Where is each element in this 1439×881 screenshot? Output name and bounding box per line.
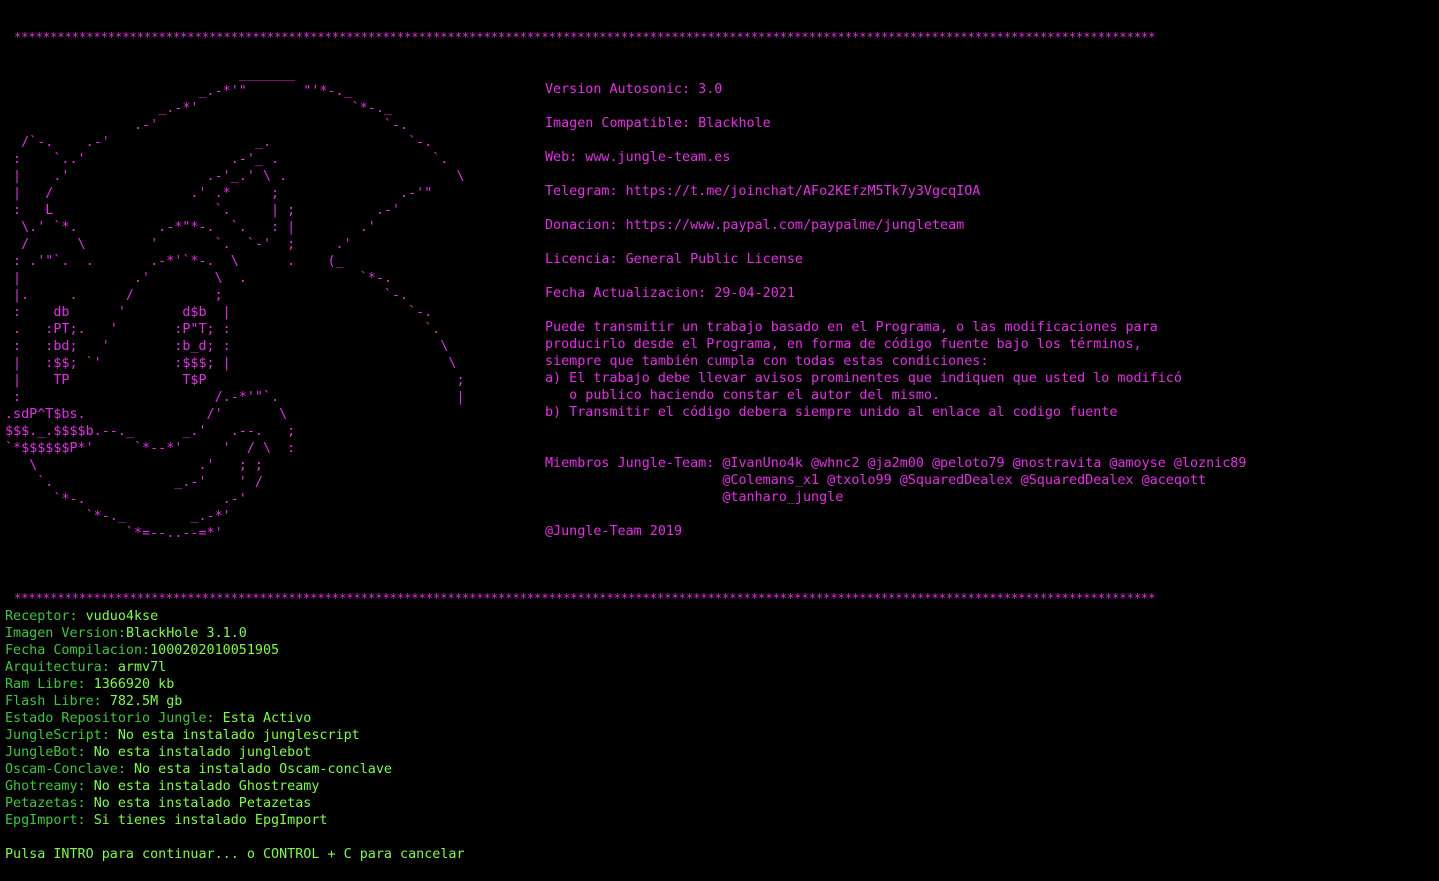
ghostreamy-label: Ghotreamy: (5, 779, 94, 794)
license-text-line: producirlo desde el Programa, en forma d… (545, 337, 1142, 352)
build-date-row: Fecha Compilacion:1000202010051905 (5, 642, 1005, 659)
receptor-label: Receptor: (5, 609, 86, 624)
build-date-value: 1000202010051905 (150, 643, 280, 658)
members-line: Miembros Jungle-Team: @IvanUno4k @whnc2 … (545, 456, 1247, 471)
flash-value: 782.5M gb (109, 694, 183, 709)
junglescript-row: JungleScript: No esta instalado junglesc… (5, 727, 1005, 744)
prompt-text: Pulsa INTRO para continuar... o CONTROL … (5, 847, 465, 862)
flash-label: Flash Libre: (5, 694, 110, 709)
ghostreamy-row: Ghotreamy: No esta instalado Ghostreamy (5, 778, 1005, 795)
architecture-row: Arquitectura: armv7l (5, 659, 1005, 676)
continue-prompt[interactable]: Pulsa INTRO para continuar... o CONTROL … (5, 846, 1005, 863)
epgimport-label: EpgImport: (5, 813, 94, 828)
license-line: Licencia: General Public License (545, 252, 803, 267)
version-line: Version Autosonic: 3.0 (545, 82, 723, 97)
image-line: Imagen Compatible: Blackhole (545, 116, 771, 131)
updated-line: Fecha Actualizacion: 29-04-2021 (545, 286, 795, 301)
image-version-label: Imagen Version: (5, 626, 126, 641)
ghostreamy-value: No esta instalado Ghostreamy (93, 779, 320, 794)
junglebot-label: JungleBot: (5, 745, 94, 760)
image-version-value: BlackHole 3.1.0 (125, 626, 247, 641)
repo-status-label: Estado Repositorio Jungle: (5, 711, 223, 726)
petazetas-label: Petazetas: (5, 796, 94, 811)
architecture-value: armv7l (117, 660, 167, 675)
image-version-row: Imagen Version:BlackHole 3.1.0 (5, 625, 1005, 642)
license-text-line: b) Transmitir el código debera siempre u… (545, 405, 1118, 420)
oscam-label: Oscam-Conclave: (5, 762, 134, 777)
members-line: @tanharo_jungle (545, 490, 844, 505)
receptor-row: Receptor: vuduo4kse (5, 608, 1005, 625)
junglebot-value: No esta instalado junglebot (93, 745, 312, 760)
donation-line: Donacion: https://www.paypal.com/paypalm… (545, 218, 965, 233)
license-text-line: siempre que también cumpla con todas est… (545, 354, 989, 369)
junglescript-value: No esta instalado junglescript (117, 728, 360, 743)
epgimport-value: Si tienes instalado EpgImport (93, 813, 328, 828)
repo-status-value: Esta Activo (222, 711, 312, 726)
junglebot-row: JungleBot: No esta instalado junglebot (5, 744, 1005, 761)
license-text-line: o publico haciendo constar el autor del … (545, 388, 941, 403)
license-text: Puede transmitir un trabajo basado en el… (545, 319, 1425, 421)
web-line: Web: www.jungle-team.es (545, 150, 731, 165)
members-line: @Colemans_x1 @txolo99 @SquaredDealex @Sq… (545, 473, 1207, 488)
members-block: Miembros Jungle-Team: @IvanUno4k @whnc2 … (545, 455, 1425, 506)
oscam-value: No esta instalado Oscam-conclave (134, 762, 392, 777)
license-text-line: a) El trabajo debe llevar avisos promine… (545, 371, 1182, 386)
license-text-line: Puede transmitir un trabajo basado en el… (545, 320, 1158, 335)
ascii-art-logo: _______ _.-*'" "'*-._ _.-*' `*-._ .-' `-… (5, 67, 465, 541)
telegram-line: Telegram: https://t.me/joinchat/AFo2KEfz… (545, 184, 981, 199)
system-info-panel: Receptor: vuduo4kse Imagen Version:Black… (5, 608, 1005, 863)
repo-status-row: Estado Repositorio Jungle: Esta Activo (5, 710, 1005, 727)
junglescript-label: JungleScript: (5, 728, 118, 743)
info-panel: Version Autosonic: 3.0 Imagen Compatible… (545, 81, 1425, 540)
receptor-value: vuduo4kse (85, 609, 159, 624)
ram-value: 1366920 kb (93, 677, 175, 692)
petazetas-value: No esta instalado Petazetas (93, 796, 312, 811)
petazetas-row: Petazetas: No esta instalado Petazetas (5, 795, 1005, 812)
oscam-row: Oscam-Conclave: No esta instalado Oscam-… (5, 761, 1005, 778)
build-date-label: Fecha Compilacion: (5, 643, 151, 658)
epgimport-row: EpgImport: Si tienes instalado EpgImport (5, 812, 1005, 829)
ram-row: Ram Libre: 1366920 kb (5, 676, 1005, 693)
separator-bottom: ****************************************… (14, 591, 1156, 605)
team-footer: @Jungle-Team 2019 (545, 524, 683, 539)
separator-top: ****************************************… (14, 30, 1156, 44)
ram-label: Ram Libre: (5, 677, 94, 692)
flash-row: Flash Libre: 782.5M gb (5, 693, 1005, 710)
architecture-label: Arquitectura: (5, 660, 118, 675)
